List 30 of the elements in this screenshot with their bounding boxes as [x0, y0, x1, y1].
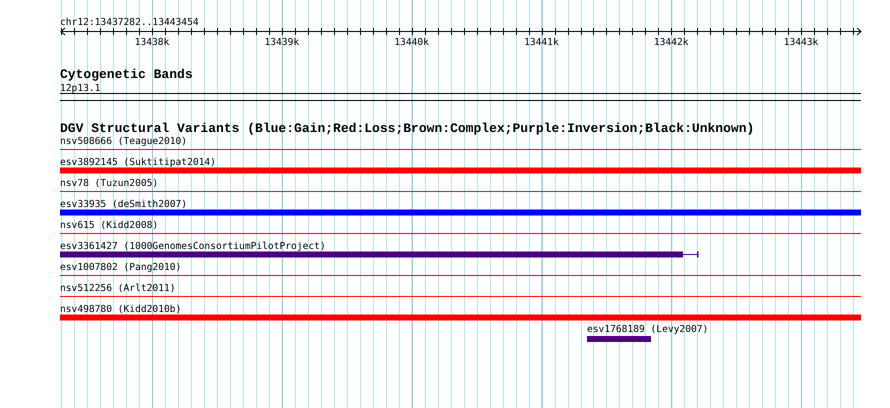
- variant-bar[interactable]: [587, 336, 651, 342]
- variant-label[interactable]: nsv78 (Tuzun2005): [60, 178, 158, 189]
- tick-label: 13439k: [264, 37, 300, 48]
- variant-label[interactable]: esv1768189 (Levy2007): [587, 324, 708, 335]
- variant-line[interactable]: [60, 149, 861, 150]
- tick-label: 13438k: [134, 37, 170, 48]
- variant-bar[interactable]: [60, 314, 861, 320]
- variant-label[interactable]: nsv512256 (Arlt2011): [60, 283, 176, 294]
- variant-line[interactable]: [60, 275, 861, 276]
- variant-label[interactable]: esv33935 (deSmith2007): [60, 199, 188, 210]
- variant-label[interactable]: esv3361427 (1000GenomesConsortiumPilotProject): [60, 241, 326, 252]
- tick-label: 13441k: [524, 37, 559, 48]
- tick-label: 13442k: [654, 37, 689, 48]
- variant-label[interactable]: nsv508666 (Teague2010): [60, 136, 188, 147]
- region-label: chr12:13437282..13443454: [60, 17, 199, 28]
- track-title: DGV Structural Variants (Blue:Gain;Red:Loss;Brown:Complex;Purple:Inversion;Black:Unknown): [60, 121, 754, 136]
- variant-label[interactable]: esv3892145 (Suktitipat2014): [60, 157, 216, 168]
- variant-line[interactable]: [60, 296, 861, 297]
- variant-label[interactable]: nsv498780 (Kidd2010b): [60, 304, 182, 315]
- variant-line[interactable]: [60, 191, 861, 192]
- variant-label[interactable]: esv1007802 (Pang2010): [60, 262, 182, 273]
- variant-line[interactable]: [60, 233, 861, 234]
- variant-bar[interactable]: [60, 252, 698, 258]
- variant-bar[interactable]: [60, 168, 861, 174]
- variant-label[interactable]: nsv615 (Kidd2008): [60, 220, 158, 231]
- variant-bar[interactable]: [60, 210, 861, 216]
- band-label: 12p13.1: [60, 83, 100, 94]
- track-title: Cytogenetic Bands: [60, 67, 193, 82]
- tick-label: 13443k: [784, 37, 818, 48]
- tick-label: 13440k: [394, 37, 429, 48]
